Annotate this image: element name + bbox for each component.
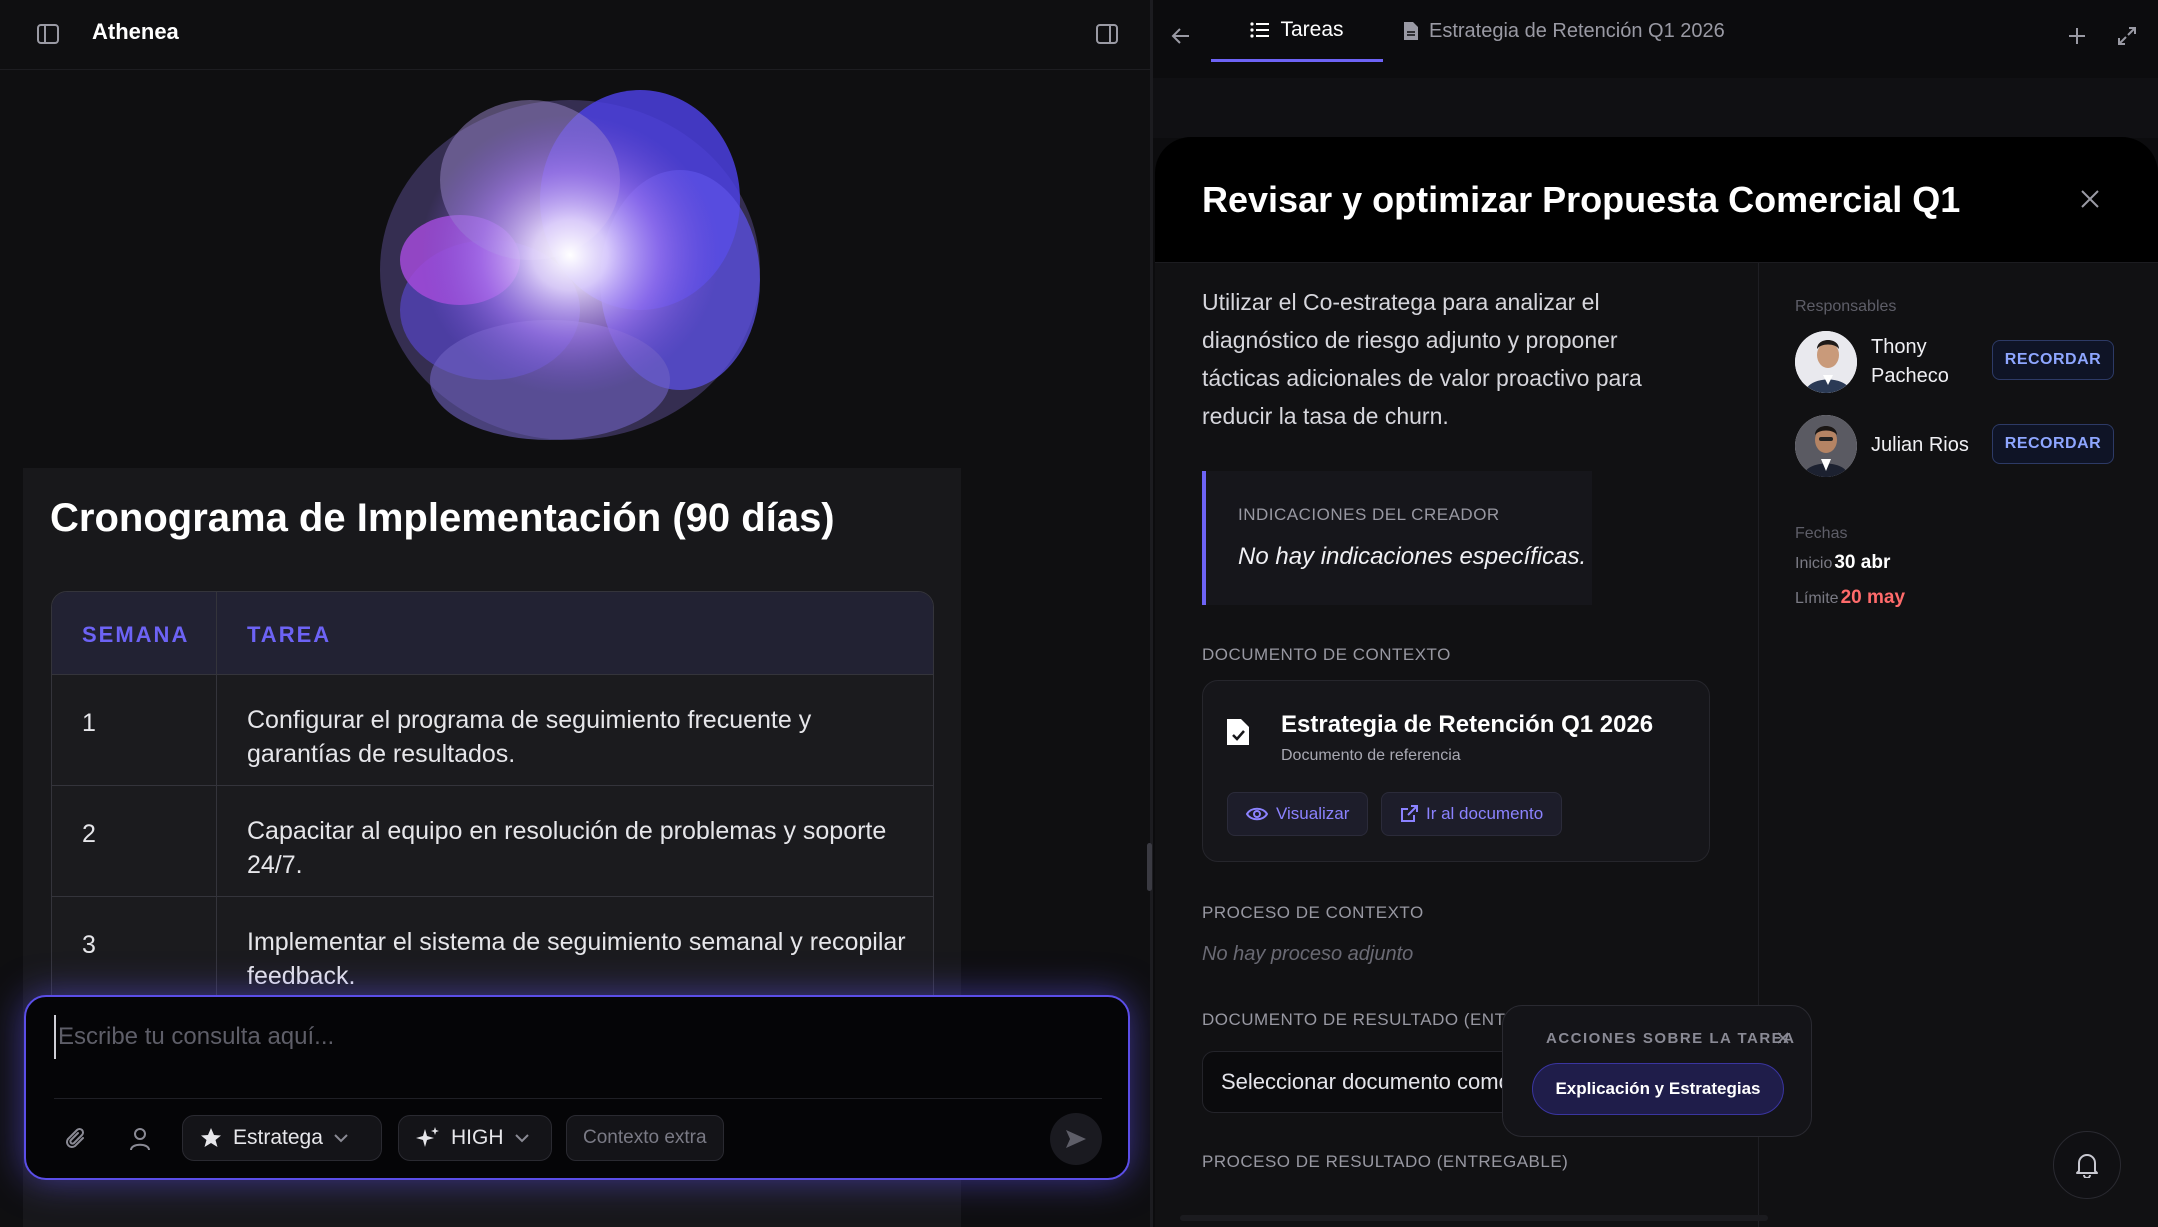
creator-notes-label: INDICACIONES DEL CREADOR <box>1238 505 1500 524</box>
chevron-down-icon <box>514 1134 529 1143</box>
app-brand: Athenea <box>92 19 179 44</box>
send-button[interactable] <box>1050 1113 1102 1165</box>
send-icon <box>1066 1130 1086 1148</box>
deadline-date-label: Límite <box>1795 590 1839 607</box>
notifications-button[interactable] <box>2053 1131 2121 1199</box>
assignee-name: Thony Pacheco <box>1871 336 1949 387</box>
row-week: 3 <box>82 931 96 959</box>
context-process-label: PROCESO DE CONTEXTO <box>1202 903 1424 922</box>
chat-input[interactable] <box>54 1015 1094 1059</box>
remind-button[interactable]: RECORDAR <box>1992 424 2114 464</box>
external-link-icon <box>1401 805 1418 822</box>
table-row: 3 Implementar el sistema de seguimiento … <box>52 897 933 1008</box>
sidebar-toggle-icon[interactable] <box>34 20 62 48</box>
ai-orb-graphic <box>380 90 760 440</box>
dates-label: Fechas <box>1795 525 1848 542</box>
mode-select[interactable]: Estratega <box>182 1115 382 1161</box>
table-row: 2 Capacitar al equipo en resolución de p… <box>52 786 933 897</box>
expand-icon[interactable] <box>2113 22 2141 50</box>
eye-icon <box>1246 807 1268 821</box>
list-icon <box>1250 21 1270 38</box>
assignee-name: Julian Rios <box>1871 434 1969 456</box>
task-actions-popover: ACCIONES SOBRE LA TAREA Explicación y Es… <box>1502 1005 1812 1137</box>
file-icon <box>1404 22 1418 40</box>
card-title: Cronograma de Implementación (90 días) <box>50 496 835 540</box>
view-document-label: Visualizar <box>1276 804 1350 823</box>
tab-tareas[interactable]: Tareas <box>1211 0 1383 62</box>
back-arrow-icon[interactable] <box>1167 22 1195 50</box>
view-document-button[interactable]: Visualizar <box>1227 792 1369 836</box>
remind-button[interactable]: RECORDAR <box>1992 340 2114 380</box>
creator-notes: INDICACIONES DEL CREADOR No hay indicaci… <box>1202 471 1592 605</box>
task-actions-label: ACCIONES SOBRE LA TAREA <box>1546 1030 1796 1047</box>
level-select[interactable]: HIGH <box>398 1115 552 1161</box>
open-document-label: Ir al documento <box>1426 804 1544 823</box>
start-date-value: 30 abr <box>1834 552 1891 573</box>
avatar <box>1795 415 1857 477</box>
tab-bar: Tareas Estrategia de Retención Q1 2026 <box>1153 0 2158 68</box>
close-icon[interactable] <box>2072 181 2108 217</box>
chat-pane: Athenea Cronograma de Implementación (90… <box>0 0 1153 1227</box>
context-doc-card: Estrategia de Retención Q1 2026 Document… <box>1202 680 1710 862</box>
table-header: SEMANA TAREA <box>52 592 933 675</box>
strategies-button[interactable]: Explicación y Estrategias <box>1532 1063 1784 1115</box>
tab-document[interactable]: Estrategia de Retención Q1 2026 <box>1403 0 1725 62</box>
mode-label: Estratega <box>233 1126 323 1149</box>
row-task: Configurar el programa de seguimiento fr… <box>247 706 812 768</box>
header-week: SEMANA <box>82 622 190 647</box>
table-row: 1 Configurar el programa de seguimiento … <box>52 675 933 786</box>
composer-divider <box>54 1098 1102 1099</box>
scroll-indicator[interactable] <box>1180 1215 1768 1221</box>
context-doc-title: Estrategia de Retención Q1 2026 <box>1281 711 1654 738</box>
assignee-item: Julian Rios RECORDAR <box>1795 415 2135 479</box>
context-doc-subtitle: Documento de referencia <box>1281 747 1461 764</box>
timeline-table: SEMANA TAREA 1 Configurar el programa de… <box>51 591 934 1011</box>
result-process-label: PROCESO DE RESULTADO (ENTREGABLE) <box>1202 1152 1569 1171</box>
row-week: 2 <box>82 820 96 848</box>
deadline-date-value: 20 may <box>1840 587 1906 608</box>
assignee-item: Thony Pacheco RECORDAR <box>1795 331 2135 395</box>
task-title: Revisar y optimizar Propuesta Comercial … <box>1202 179 1961 220</box>
chat-header: Athenea <box>0 0 1153 70</box>
responsables-label: Responsables <box>1795 298 1897 315</box>
bell-icon <box>2076 1154 2098 1178</box>
level-label: HIGH <box>451 1126 504 1149</box>
file-check-icon <box>1227 719 1249 745</box>
context-doc-label: DOCUMENTO DE CONTEXTO <box>1202 645 1451 664</box>
row-task: Implementar el sistema de seguimiento se… <box>247 928 906 990</box>
creator-notes-text: No hay indicaciones específicas. <box>1238 543 1587 570</box>
attach-icon[interactable] <box>62 1125 90 1153</box>
user-icon[interactable] <box>126 1125 154 1153</box>
avatar <box>1795 331 1857 393</box>
chat-composer: Estratega HIGH Contexto extra <box>24 995 1130 1180</box>
open-document-button[interactable]: Ir al documento <box>1381 792 1563 836</box>
task-detail-header: Revisar y optimizar Propuesta Comercial … <box>1155 137 2158 263</box>
extra-context-button[interactable]: Contexto extra <box>566 1115 724 1161</box>
sparkles-icon <box>416 1127 439 1147</box>
header-task: TAREA <box>247 622 332 647</box>
start-date-label: Inicio <box>1795 555 1833 572</box>
background-toolbar <box>1153 78 2158 138</box>
row-task: Capacitar al equipo en resolución de pro… <box>247 817 887 879</box>
deadline-date: Límite 20 may <box>1795 587 1905 609</box>
start-date: Inicio 30 abr <box>1795 552 1890 574</box>
column-divider <box>216 592 217 1010</box>
chevron-down-icon <box>334 1134 348 1143</box>
row-week: 1 <box>82 709 96 737</box>
tab-label: Estrategia de Retención Q1 2026 <box>1429 19 1725 42</box>
context-process-empty: No hay proceso adjunto <box>1202 943 1414 965</box>
close-icon[interactable] <box>1773 1028 1793 1048</box>
tab-label: Tareas <box>1280 17 1344 41</box>
plus-icon[interactable] <box>2063 22 2091 50</box>
task-description: Utilizar el Co-estratega para analizar e… <box>1202 289 1642 429</box>
star-icon <box>201 1128 221 1147</box>
splitter-handle[interactable] <box>1147 843 1152 891</box>
panel-toggle-icon[interactable] <box>1093 20 1121 48</box>
